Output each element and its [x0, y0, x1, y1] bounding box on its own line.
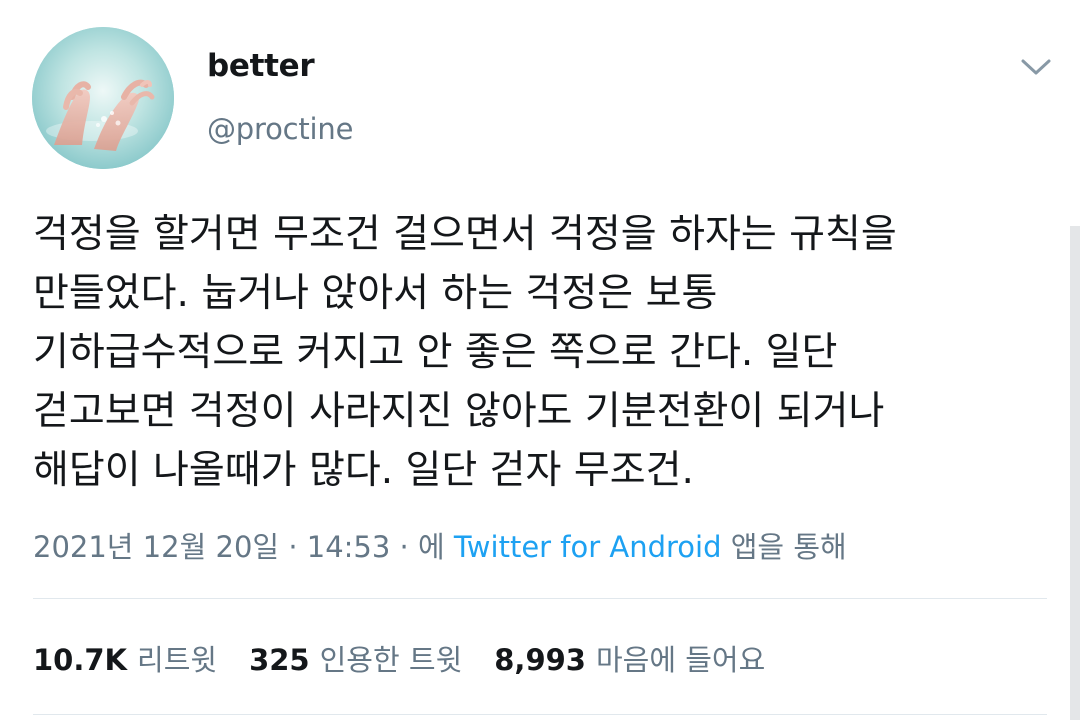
quotes-count: 325 [249, 643, 310, 677]
display-name[interactable]: better [207, 48, 315, 84]
scrollbar[interactable] [1070, 226, 1080, 720]
divider [33, 714, 1047, 715]
tweet-text-line: 기하급수적으로 커지고 안 좋은 쪽으로 간다. 일단 [33, 330, 838, 375]
divider [33, 598, 1047, 599]
tweet-text-line: 해답이 나올때가 많다. 일단 걷자 무조건. [33, 448, 694, 493]
retweets-label: 리트윗 [137, 643, 218, 677]
likes-label: 마음에 들어요 [595, 643, 766, 677]
meta-separator: · [288, 530, 298, 564]
likes-stat[interactable]: 8,993 마음에 들어요 [494, 637, 765, 679]
tweet-metadata: 2021년 12월 20일 · 14:53 · 에 Twitter for An… [33, 524, 847, 566]
tweet-date[interactable]: 2021년 12월 20일 [33, 530, 279, 564]
likes-count: 8,993 [494, 643, 586, 677]
source-suffix: 앱을 통해 [730, 530, 847, 564]
retweets-count: 10.7K [33, 643, 128, 677]
hands-in-water-avatar-image [32, 27, 174, 169]
retweets-stat[interactable]: 10.7K 리트윗 [33, 637, 217, 679]
tweet-time[interactable]: 14:53 [307, 530, 391, 564]
avatar[interactable] [32, 27, 174, 169]
engagement-stats: 10.7K 리트윗 325 인용한 트윗 8,993 마음에 들어요 [33, 637, 797, 679]
source-prefix: 에 [417, 530, 445, 564]
quotes-stat[interactable]: 325 인용한 트윗 [249, 637, 462, 679]
chevron-down-icon[interactable] [1018, 52, 1054, 82]
quotes-label: 인용한 트윗 [319, 643, 463, 677]
tweet-text-line: 걷고보면 걱정이 사라지진 않아도 기분전환이 되거나 [33, 389, 885, 434]
meta-separator: · [399, 530, 409, 564]
user-handle[interactable]: @proctine [207, 112, 353, 146]
tweet-text-line: 만들었다. 눕거나 앉아서 하는 걱정은 보통 [33, 271, 718, 316]
tweet-text: 걱정을 할거면 무조건 걸으면서 걱정을 하자는 규칙을 만들었다. 눕거나 앉… [33, 205, 1023, 500]
tweet-text-line: 걱정을 할거면 무조건 걸으면서 걱정을 하자는 규칙을 [33, 212, 897, 257]
source-link[interactable]: Twitter for Android [454, 530, 722, 564]
